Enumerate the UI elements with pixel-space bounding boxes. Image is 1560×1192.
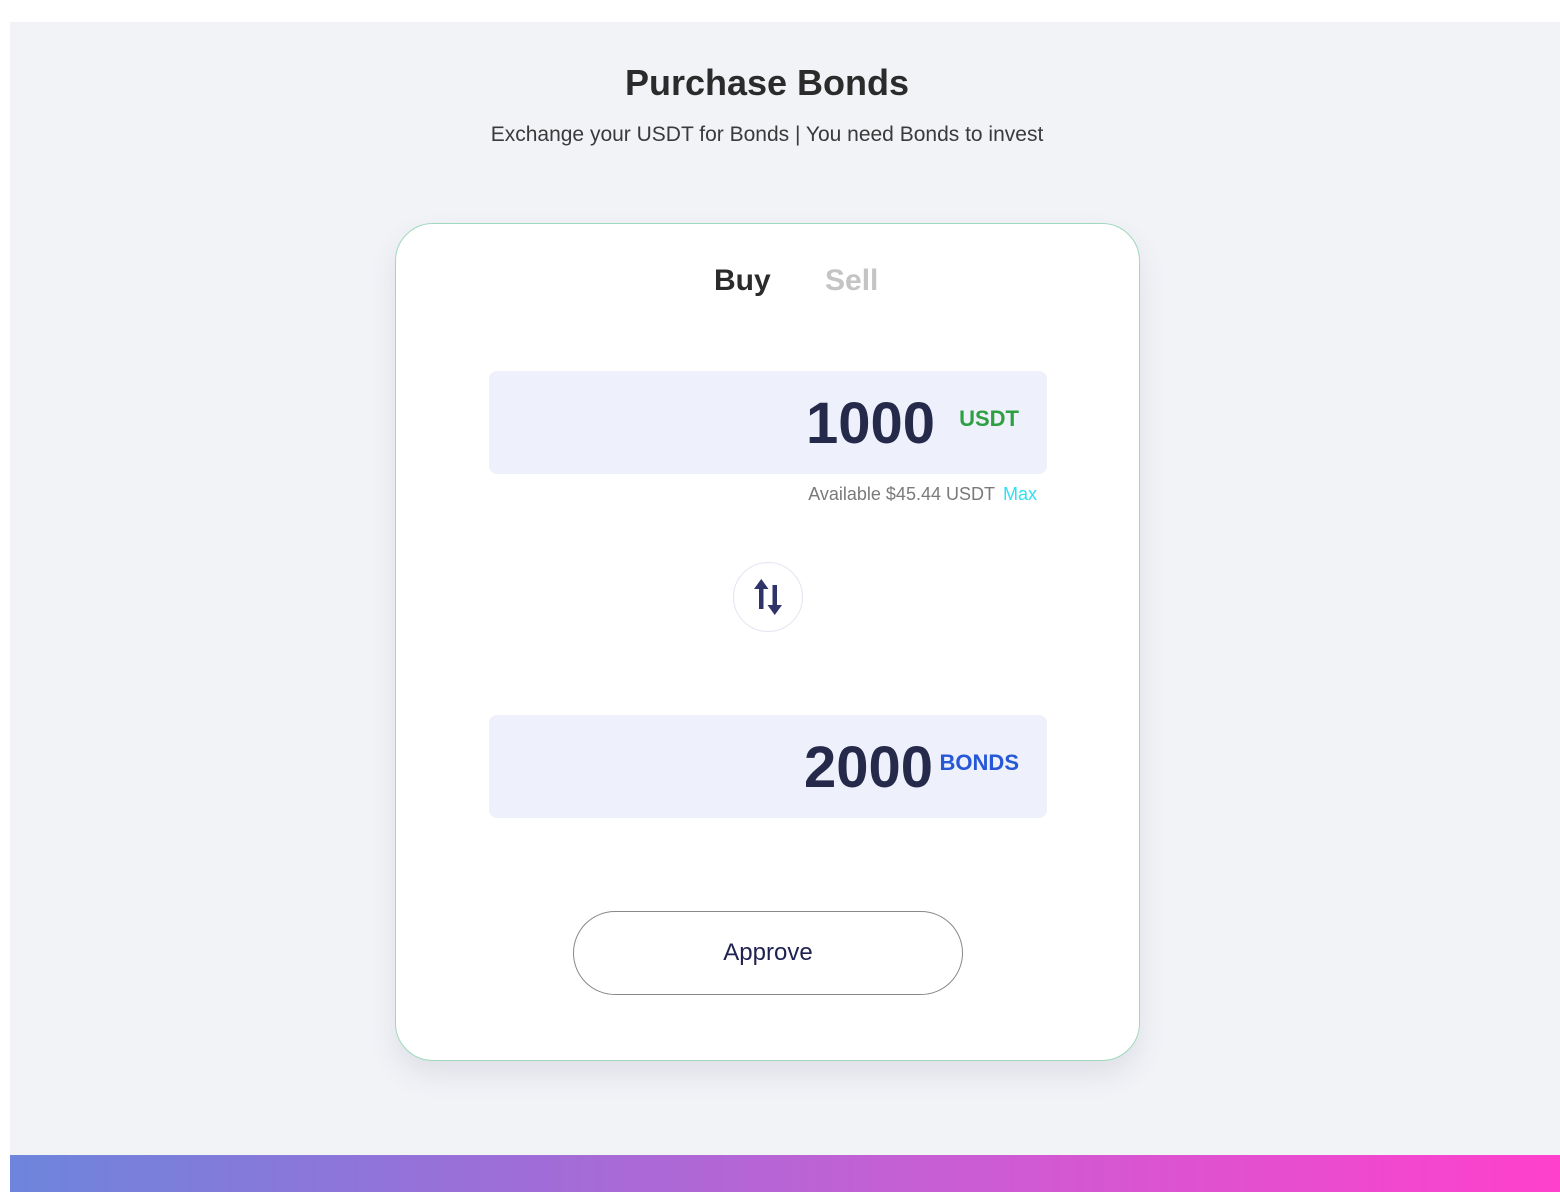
usdt-unit-label: USDT — [959, 406, 1019, 431]
tab-buy[interactable]: Buy — [714, 264, 771, 298]
usdt-amount-field[interactable]: USDT — [489, 371, 1047, 474]
usdt-amount-input[interactable] — [635, 390, 935, 457]
bonds-amount-field[interactable]: BONDS — [489, 715, 1047, 818]
bond-exchange-card: Buy Sell USDT Available $45.44 USDT Max B… — [395, 223, 1140, 1061]
max-button[interactable]: Max — [1003, 484, 1037, 504]
available-balance-text: Available $45.44 USDT — [808, 484, 995, 504]
tab-sell[interactable]: Sell — [825, 264, 878, 298]
footer-gradient-bar — [10, 1155, 1560, 1192]
page-subtitle: Exchange your USDT for Bonds | You need … — [490, 123, 1044, 146]
approve-button[interactable]: Approve — [573, 911, 963, 995]
bonds-amount-input[interactable] — [633, 734, 933, 801]
page-background: Purchase Bonds Exchange your USDT for Bo… — [10, 22, 1560, 1192]
page-title: Purchase Bonds — [624, 62, 910, 103]
available-balance: Available $45.44 USDT Max — [808, 484, 1037, 505]
swap-vertical-arrows-icon — [754, 579, 782, 615]
bonds-unit-label: BONDS — [939, 750, 1019, 775]
swap-direction-button[interactable] — [733, 562, 803, 632]
